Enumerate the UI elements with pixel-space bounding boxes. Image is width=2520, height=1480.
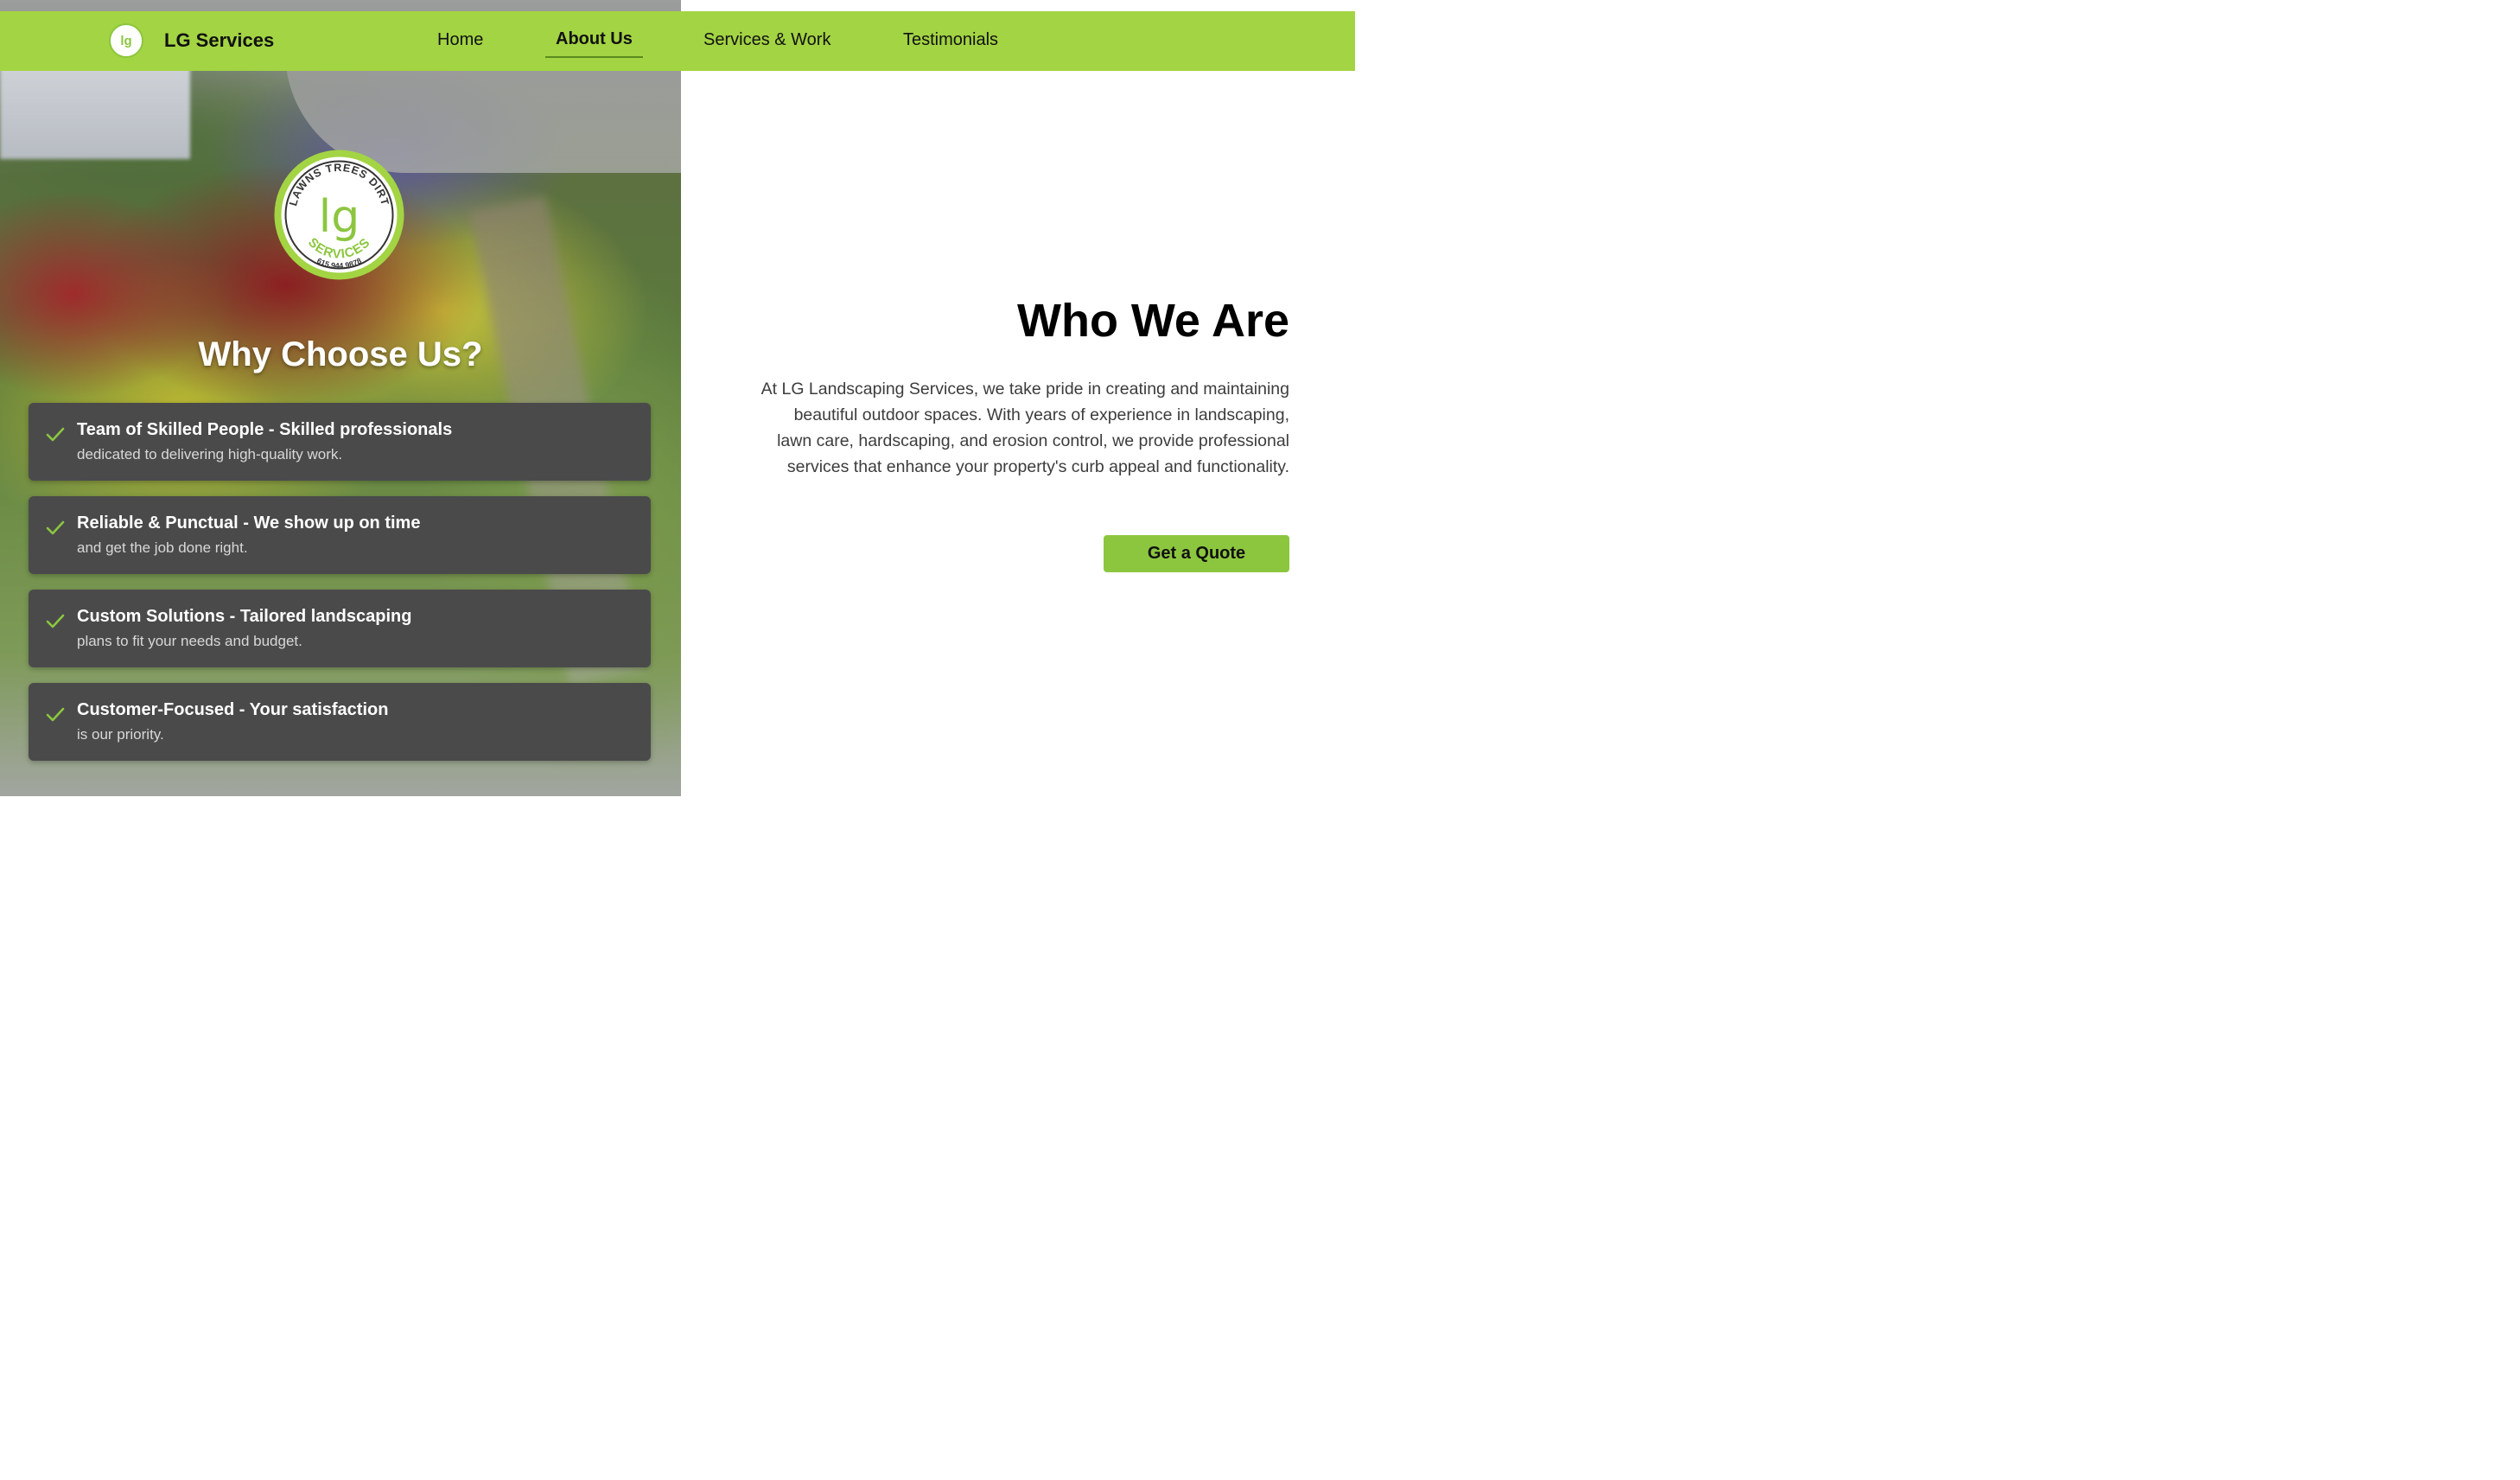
brand-name: LG Services <box>164 29 275 51</box>
check-icon <box>46 520 65 535</box>
feature-card: Custom Solutions - Tailored landscaping … <box>29 590 651 667</box>
feature-title: Team of Skilled People - Skilled profess… <box>77 420 453 439</box>
why-choose-us-heading: Why Choose Us? <box>198 335 483 373</box>
company-logo: LAWNS TREES DIRT lg SERVICES 615.944.987… <box>274 150 404 280</box>
feature-card: Customer-Focused - Your satisfaction is … <box>29 683 651 761</box>
feature-description: and get the job done right. <box>77 539 248 556</box>
feature-title: Custom Solutions - Tailored landscaping <box>77 607 412 626</box>
svg-text:lg: lg <box>319 191 360 243</box>
nav-link-home[interactable]: Home <box>437 30 483 50</box>
feature-description: dedicated to delivering high-quality wor… <box>77 446 343 462</box>
check-icon <box>46 427 65 442</box>
check-icon <box>46 614 65 628</box>
about-paragraph: At LG Landscaping Services, we take prid… <box>760 380 1289 476</box>
get-a-quote-button[interactable]: Get a Quote <box>1104 535 1289 572</box>
feature-title: Reliable & Punctual - We show up on time <box>77 514 421 533</box>
feature-card: Reliable & Punctual - We show up on time… <box>29 496 651 574</box>
who-we-are-heading: Who We Are <box>1016 295 1289 347</box>
hero-background-image <box>0 0 681 796</box>
nav-link-about-us[interactable]: About Us <box>545 29 643 58</box>
feature-card: Team of Skilled People - Skilled profess… <box>29 403 651 481</box>
check-icon <box>46 707 65 722</box>
brand-link[interactable]: lg LG Services <box>109 23 274 58</box>
page: lg LG Services Home About Us Services & … <box>0 0 1355 796</box>
feature-title: Customer-Focused - Your satisfaction <box>77 700 389 719</box>
feature-description: is our priority. <box>77 726 164 743</box>
nav-link-services-work[interactable]: Services & Work <box>703 30 830 50</box>
feature-description: plans to fit your needs and budget. <box>77 633 302 649</box>
navbar: lg LG Services Home About Us Services & … <box>0 11 1355 71</box>
brand-logo-icon: lg <box>109 23 143 58</box>
nav-link-testimonials[interactable]: Testimonials <box>903 30 998 50</box>
